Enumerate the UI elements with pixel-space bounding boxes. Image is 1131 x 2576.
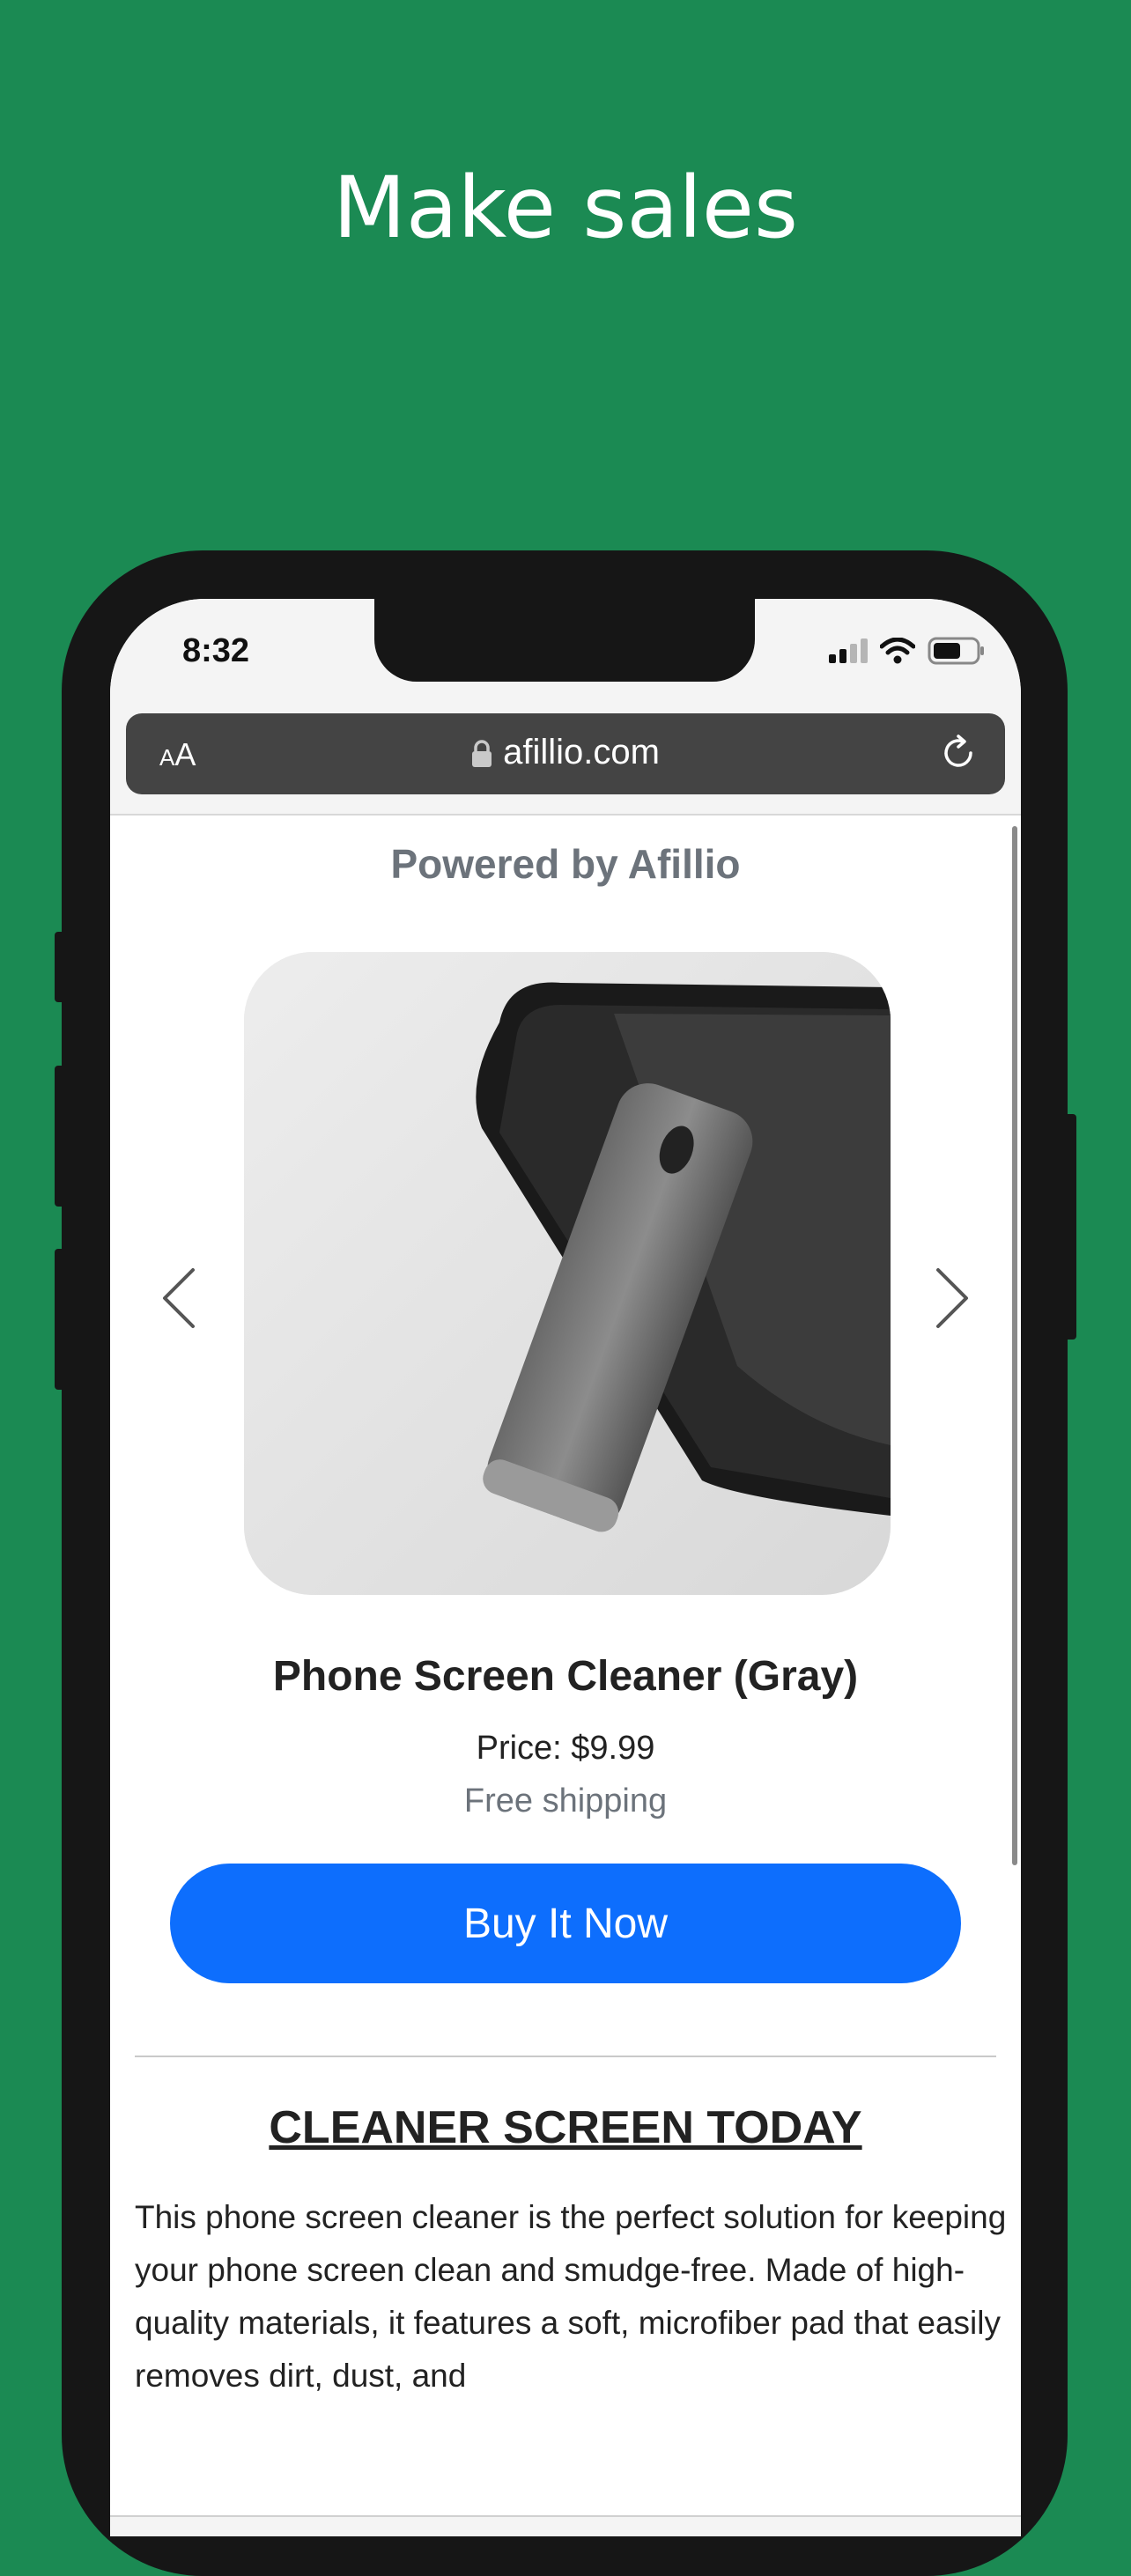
phone-volume-up [55,1066,65,1207]
product-price: Price: $9.99 [476,1730,655,1767]
phone-volume-down [55,1249,65,1390]
product-title: Phone Screen Cleaner (Gray) [272,1653,859,1700]
url-display[interactable]: afillio.com [126,733,1005,772]
status-time: 8:32 [182,632,250,669]
page-content: Powered by Afillio Phone Screen Cleaner … [110,816,1021,2536]
headline: Make sales [333,159,798,257]
section-divider [135,2056,996,2057]
battery-icon [928,637,984,665]
phone-mute-switch [55,932,65,1002]
product-description: This phone screen cleaner is the perfect… [135,2199,1007,2394]
phone-screen: 8:32 AA afillio.com Powered by Afillio P… [110,599,1021,2536]
address-bar[interactable]: AA afillio.com [126,713,1005,794]
status-icons [829,636,986,666]
browser-address-area: AA afillio.com [110,713,1021,816]
reload-icon[interactable] [938,733,979,773]
lock-icon [472,740,492,768]
buy-it-now-button[interactable]: Buy It Now [170,1864,961,1983]
section-title: CLEANER SCREEN TODAY [269,2102,862,2153]
phone-power-button [1064,1114,1076,1340]
chevron-right-icon[interactable] [933,1266,972,1330]
signal-icon [829,638,868,663]
shipping-note: Free shipping [463,1783,668,1819]
powered-by: Powered by Afillio [390,841,741,887]
browser-toolbar [110,2515,1021,2536]
url-text: afillio.com [503,733,660,771]
product-image[interactable] [244,952,891,1595]
status-bar: 8:32 [110,599,1021,713]
scrollbar[interactable] [1012,826,1017,1865]
chevron-left-icon[interactable] [159,1266,198,1330]
phone-notch [374,599,755,682]
wifi-icon [880,638,915,664]
